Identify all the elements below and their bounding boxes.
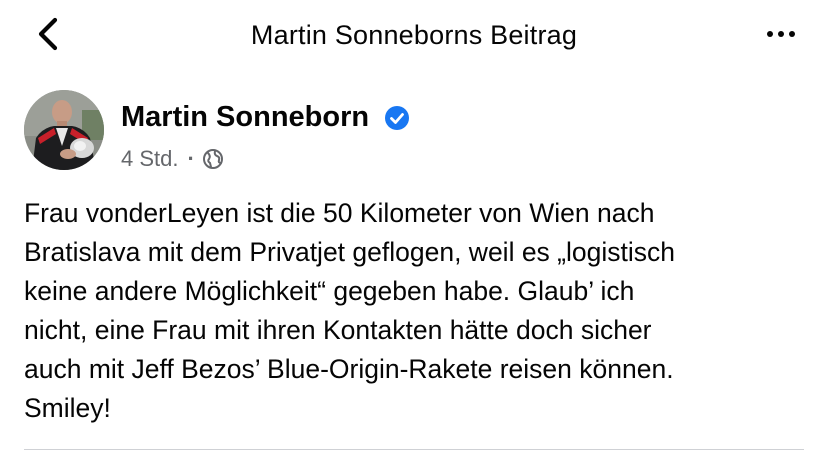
divider	[24, 449, 804, 450]
post-timestamp[interactable]: 4 Std.	[121, 146, 178, 172]
top-bar: Martin Sonneborns Beitrag	[0, 0, 828, 72]
more-horizontal-icon	[767, 31, 773, 37]
more-dot	[778, 31, 784, 37]
more-dot	[789, 31, 795, 37]
page-title: Martin Sonneborns Beitrag	[250, 20, 578, 50]
author-avatar[interactable]	[24, 90, 104, 170]
author-name[interactable]: Martin Sonneborn	[121, 101, 369, 134]
verified-badge-icon	[385, 106, 409, 130]
globe-icon	[202, 149, 223, 169]
more-options-button[interactable]	[756, 18, 806, 50]
post-meta: 4 Std. ·	[121, 145, 224, 173]
post-text: Frau vonderLeyen ist die 50 Kilometer vo…	[24, 198, 675, 423]
avatar-photo	[24, 90, 104, 170]
meta-separator: ·	[187, 146, 195, 171]
